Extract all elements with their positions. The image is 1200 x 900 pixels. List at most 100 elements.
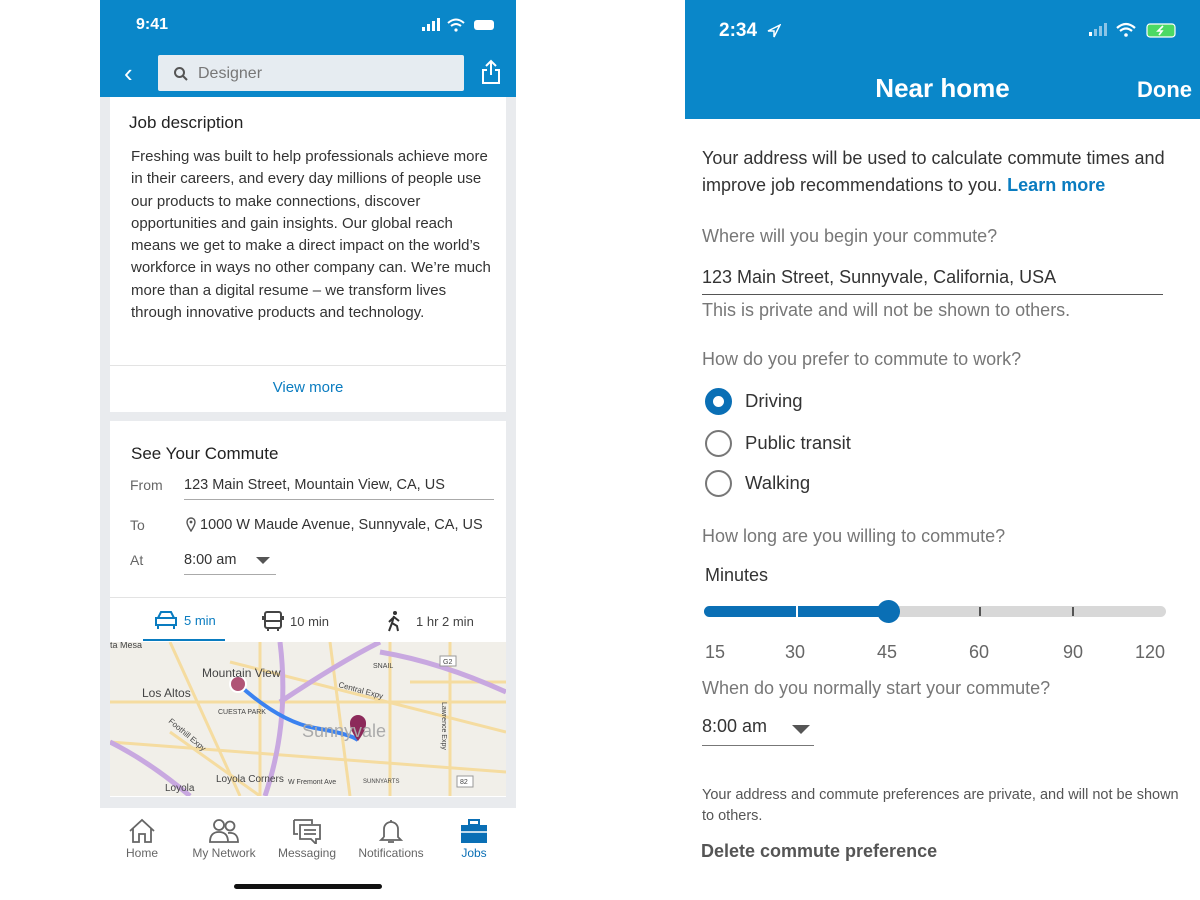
intro-text: Your address will be used to calculate c…: [702, 145, 1172, 199]
tab-label: 10 min: [290, 613, 330, 629]
location-arrow-icon: [767, 24, 781, 38]
map-label: Sunnyvale: [302, 721, 386, 741]
bell-icon: [378, 820, 404, 843]
privacy-note: Your address and commute preferences are…: [702, 787, 1179, 824]
view-more-link[interactable]: View more: [110, 379, 506, 396]
car-icon: [155, 611, 177, 629]
nav-notifications[interactable]: Notifications: [349, 818, 433, 860]
start-time-value: 8:00 am: [702, 716, 768, 736]
radio-label: Walking: [745, 472, 811, 493]
home-indicator: [234, 884, 382, 889]
back-button[interactable]: ‹: [124, 58, 133, 89]
search-placeholder: Designer: [198, 65, 263, 82]
nav-messaging[interactable]: Messaging: [265, 818, 349, 860]
at-label: At: [130, 552, 144, 568]
done-button[interactable]: Done: [1137, 77, 1192, 103]
top-bar: 9:41 ‹ Designer: [100, 0, 516, 97]
from-label: From: [130, 477, 163, 493]
radio-public-transit[interactable]: [705, 430, 732, 457]
selected-tab-indicator: [143, 639, 225, 641]
mode-question: How do you prefer to commute to work?: [702, 349, 1022, 369]
chevron-down-icon: [792, 725, 810, 734]
nav-my-network[interactable]: My Network: [182, 818, 266, 860]
map-label: Lawrence Expy: [440, 702, 447, 750]
map-label: Mountain View: [202, 666, 281, 680]
job-description-text: Freshing was built to help professionals…: [131, 148, 491, 322]
tab-label: 5 min: [184, 612, 216, 628]
bus-icon: [262, 611, 284, 631]
map-label: SUNNYARTS: [363, 779, 399, 785]
nav-label: Messaging: [277, 846, 337, 860]
time-dropdown[interactable]: 8:00 am: [184, 552, 276, 575]
nav-label: Jobs: [461, 846, 487, 860]
status-time: 9:41: [136, 16, 169, 33]
job-description-card: Job description Freshing was built to he…: [110, 97, 506, 412]
section-title: See Your Commute: [131, 444, 279, 463]
address-input[interactable]: 123 Main Street, Sunnyvale, California, …: [702, 267, 1163, 295]
slider-handle[interactable]: [877, 600, 900, 623]
walk-icon: [388, 611, 400, 632]
from-field[interactable]: 123 Main Street, Mountain View, CA, US: [184, 477, 494, 500]
time-value: 8:00 am: [184, 552, 237, 568]
briefcase-icon: [461, 819, 487, 843]
radio-driving[interactable]: [705, 388, 732, 415]
commute-settings-screen: 2:34 Near home Done Your address will be…: [685, 0, 1200, 900]
slider-tick-label: 30: [784, 642, 806, 662]
commute-card: See Your Commute From 123 Main Street, M…: [110, 421, 506, 797]
commute-slider[interactable]: [704, 600, 1166, 623]
start-time-dropdown[interactable]: 8:00 am: [702, 716, 814, 746]
chevron-down-icon: [256, 557, 270, 564]
map-label: 82: [460, 779, 468, 786]
radio-label: Public transit: [745, 432, 851, 453]
commute-map[interactable]: ta Mesa Mountain View Los Altos CUESTA P…: [110, 642, 506, 796]
location-pin-icon: [186, 517, 196, 532]
network-icon: [209, 819, 239, 843]
map-label: CUESTA PARK: [218, 709, 266, 716]
share-icon[interactable]: [481, 59, 501, 85]
job-detail-screen: 9:41 ‹ Designer Job description Freshing…: [100, 0, 516, 900]
slider-tick-label: 15: [704, 642, 726, 662]
nav-label: My Network: [192, 846, 256, 860]
slider-tick-label: 120: [1134, 642, 1166, 662]
duration-question: How long are you willing to commute?: [702, 526, 1006, 546]
private-note: This is private and will not be shown to…: [702, 300, 1071, 320]
status-time: 2:34: [719, 20, 758, 41]
slider-label: Minutes: [705, 565, 769, 585]
map-label: G2: [443, 659, 452, 666]
messaging-icon: [293, 819, 321, 844]
to-value: 1000 W Maude Avenue, Sunnyvale, CA, US: [200, 517, 483, 533]
bottom-nav: Home My Network Messaging Notifications …: [100, 808, 516, 900]
search-input[interactable]: Designer: [158, 55, 464, 91]
search-icon: [174, 67, 188, 81]
map-label: W Fremont Ave: [288, 779, 336, 786]
slider-tick-label: 45: [876, 642, 898, 662]
tab-label: 1 hr 2 min: [416, 613, 474, 629]
map-label: Loyola: [165, 783, 195, 794]
radio-label: Driving: [745, 390, 803, 411]
map-label: ta Mesa: [110, 642, 142, 650]
tab-transit[interactable]: 10 min: [262, 610, 329, 632]
map-label: Loyola Corners: [216, 774, 284, 785]
top-bar: 2:34 Near home Done: [685, 0, 1200, 119]
start-question: When do you normally start your commute?: [702, 678, 1051, 698]
learn-more-link[interactable]: Learn more: [1007, 175, 1105, 195]
tab-walking[interactable]: 1 hr 2 min: [386, 610, 474, 632]
slider-tick-label: 60: [968, 642, 990, 662]
page-title: Near home: [875, 73, 1010, 103]
section-title: Job description: [129, 113, 244, 132]
nav-label: Notifications: [358, 846, 424, 860]
to-label: To: [130, 517, 145, 533]
radio-walking[interactable]: [705, 470, 732, 497]
home-icon: [129, 818, 155, 843]
status-icons: [422, 18, 494, 32]
status-icons: [1089, 22, 1176, 38]
tab-driving[interactable]: 5 min: [154, 610, 216, 630]
begin-question: Where will you begin your commute?: [702, 226, 998, 246]
nav-label: Home: [125, 846, 158, 860]
map-label: Los Altos: [142, 686, 191, 700]
nav-jobs[interactable]: Jobs: [432, 818, 516, 860]
slider-tick-label: 90: [1062, 642, 1084, 662]
delete-commute-preference-button[interactable]: Delete commute preference: [701, 841, 937, 862]
nav-home[interactable]: Home: [100, 818, 184, 860]
map-label: SNAIL: [373, 663, 393, 670]
